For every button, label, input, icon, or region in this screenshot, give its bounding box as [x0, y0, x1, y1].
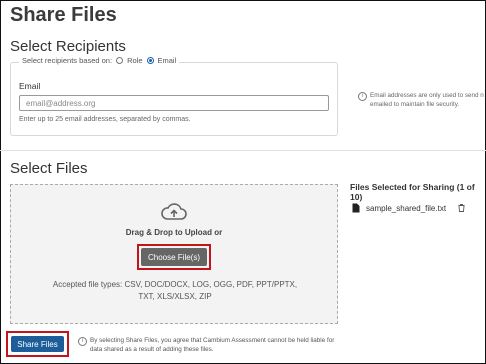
- section-divider: [0, 150, 486, 151]
- info-icon: i: [358, 92, 367, 101]
- cloud-upload-icon: [161, 203, 187, 220]
- file-icon: [352, 203, 360, 213]
- recipient-type-legend: Select recipients based on: Role Email: [19, 56, 180, 65]
- email-field[interactable]: [19, 95, 329, 111]
- email-info-line-2: emailed to maintain file security.: [370, 101, 460, 108]
- accepted-file-types: Accepted file types: CSV, DOC/DOCX, LOG,…: [52, 280, 298, 301]
- email-radio[interactable]: [146, 57, 154, 64]
- file-drop-zone[interactable]: Drag & Drop to Upload or Choose File(s) …: [10, 184, 338, 324]
- share-files-highlight: Share Files: [6, 331, 69, 357]
- role-radio-label[interactable]: Role: [127, 56, 142, 65]
- email-info-line-1: Email addresses are only used to send n: [370, 92, 484, 99]
- email-info-note: Email addresses are only used to send n …: [370, 91, 486, 109]
- share-disclaimer: By selecting Share Files, you agree that…: [90, 336, 350, 354]
- email-radio-label[interactable]: Email: [158, 56, 177, 65]
- email-field-label: Email: [19, 81, 41, 91]
- choose-files-button[interactable]: Choose File(s): [141, 248, 207, 266]
- page-title: Share Files: [10, 4, 117, 26]
- share-disclaimer-line-2: data shared as a result of adding these …: [90, 346, 214, 353]
- recipients-panel: Select recipients based on: Role Email E…: [10, 56, 338, 136]
- trash-icon[interactable]: [458, 204, 465, 212]
- selected-file-item: sample_shared_file.txt: [352, 203, 465, 213]
- share-disclaimer-line-1: By selecting Share Files, you agree that…: [90, 337, 335, 344]
- choose-files-highlight: Choose File(s): [137, 244, 211, 270]
- email-help-text: Enter up to 25 email addresses, separate…: [19, 116, 191, 123]
- role-radio[interactable]: [116, 57, 124, 64]
- drag-drop-label: Drag & Drop to Upload or: [125, 228, 223, 237]
- files-heading: Select Files: [10, 160, 88, 177]
- recipient-type-label: Select recipients based on:: [22, 56, 113, 65]
- selected-files-title: Files Selected for Sharing (1 of 10): [350, 182, 475, 202]
- share-files-button[interactable]: Share Files: [11, 336, 64, 352]
- info-icon: i: [78, 337, 87, 346]
- recipients-heading: Select Recipients: [10, 38, 126, 55]
- selected-file-name: sample_shared_file.txt: [366, 203, 447, 213]
